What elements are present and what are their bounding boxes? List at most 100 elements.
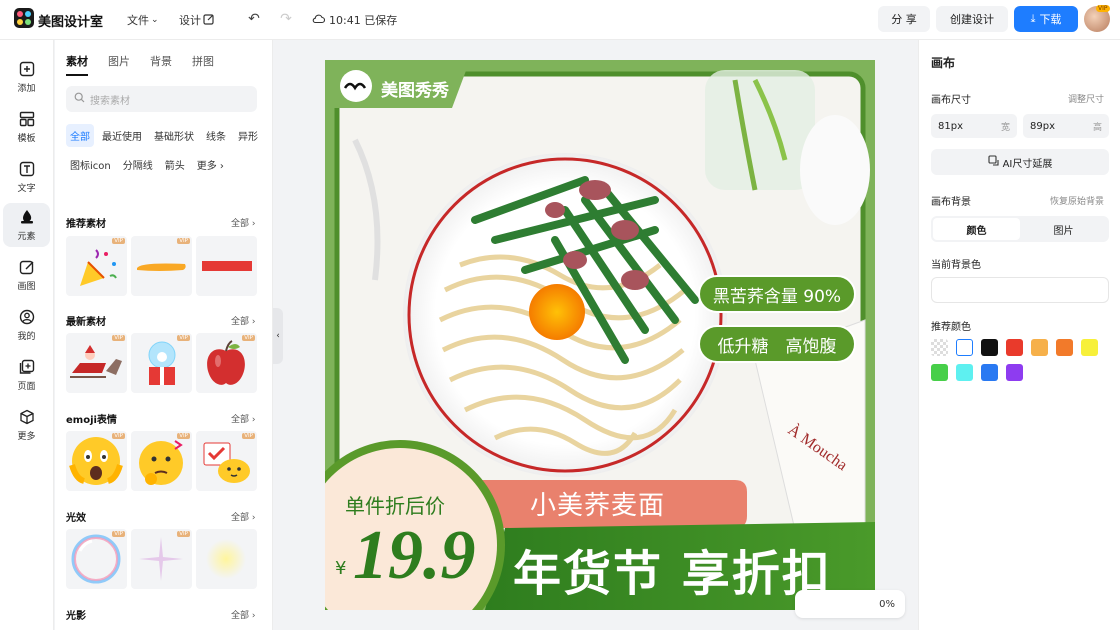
asset-emoji-thinking[interactable]: VIP (131, 431, 192, 491)
color-swatch[interactable] (931, 364, 948, 381)
color-swatch[interactable] (1081, 339, 1098, 356)
asset-orange-stroke[interactable]: VIP (131, 236, 192, 296)
poster-tag-benefits[interactable]: 低升糖 高饱腹 (699, 332, 855, 357)
section-title: emoji表情 (66, 415, 117, 426)
color-swatch[interactable] (981, 339, 998, 356)
file-menu[interactable]: 文件 ⌄ (127, 12, 159, 28)
adjust-size-link[interactable]: 调整尺寸 (1068, 92, 1104, 105)
color-swatch[interactable] (1006, 364, 1023, 381)
asset-panel: 素材 图片 背景 拼图 搜索素材 全部 最近使用 基础形状 线条 异形 图标ic… (55, 40, 273, 630)
tab-image[interactable]: 图片 (1020, 218, 1107, 240)
search-input[interactable]: 搜索素材 (66, 86, 257, 112)
section-all-link[interactable]: 全部 › (231, 314, 255, 327)
rail-label: 元素 (17, 232, 36, 242)
chip-more[interactable]: 更多 › (193, 153, 228, 176)
asset-star-flare[interactable]: VIP (131, 529, 192, 589)
rail-item-mine[interactable]: 我的 (3, 303, 50, 347)
restore-bg-link[interactable]: 恢复原始背景 (1050, 194, 1104, 207)
asset-bubble-light[interactable]: VIP (66, 529, 127, 589)
user-icon (18, 308, 36, 326)
poster-currency[interactable]: ¥ (335, 558, 346, 579)
color-swatch[interactable] (1006, 339, 1023, 356)
width-value: 81px (938, 120, 963, 132)
rail-item-more[interactable]: 更多 (3, 403, 50, 447)
rail-label: 更多 (17, 432, 36, 442)
current-bg-color-input[interactable] (931, 277, 1109, 303)
rail-item-add[interactable]: 添加 (3, 55, 50, 99)
asset-party-popper[interactable]: VIP (66, 236, 127, 296)
poster-price[interactable]: 19.9 (353, 516, 476, 596)
chip-all[interactable]: 全部 (66, 124, 94, 147)
chip-icons[interactable]: 图标icon (66, 153, 115, 176)
section-all-link[interactable]: 全部 › (231, 412, 255, 425)
tab-images[interactable]: 图片 (108, 53, 130, 76)
create-design-button[interactable]: 创建设计 (936, 6, 1008, 32)
chip-dividers[interactable]: 分隔线 (119, 153, 157, 176)
section-all-link[interactable]: 全部 › (231, 510, 255, 523)
vip-badge: VIP (177, 531, 190, 537)
section-all-link[interactable]: 全部 › (231, 608, 255, 621)
chip-recent[interactable]: 最近使用 (98, 124, 146, 147)
width-unit: 宽 (1000, 122, 1010, 133)
vip-badge: VIP (242, 335, 255, 341)
section-title: 光影 (66, 611, 86, 622)
asset-emoji-check[interactable]: VIP (196, 431, 257, 491)
chip-irregular[interactable]: 异形 (234, 124, 262, 147)
share-button[interactable]: 分 享 (878, 6, 930, 32)
rail-item-pages[interactable]: 页面 (3, 353, 50, 397)
asset-snow-globe-gift[interactable]: VIP (131, 333, 192, 393)
section-all-link[interactable]: 全部 › (231, 216, 255, 229)
rail-item-draw[interactable]: 画图 (3, 253, 50, 297)
rail-label: 画图 (17, 282, 36, 292)
poster-price-label[interactable]: 单件折后价 (345, 490, 445, 519)
color-swatch[interactable] (981, 364, 998, 381)
section-all-label: 全部 (231, 317, 250, 327)
tab-collage[interactable]: 拼图 (192, 53, 214, 76)
color-swatch[interactable] (1031, 339, 1048, 356)
cube-icon (18, 408, 36, 426)
rail-item-text[interactable]: 文字 (3, 155, 50, 199)
ai-resize-icon (988, 155, 999, 169)
color-swatch[interactable] (956, 339, 973, 356)
color-swatch[interactable] (1056, 339, 1073, 356)
tab-materials[interactable]: 素材 (66, 53, 88, 76)
poster-brand[interactable]: 美图秀秀 (381, 76, 449, 101)
height-value: 89px (1030, 120, 1055, 132)
chip-more-label: 更多 (196, 161, 217, 172)
canvas-size-label: 画布尺寸 (931, 95, 971, 106)
height-field[interactable]: 89px 高 (1023, 114, 1109, 138)
rail-item-templates[interactable]: 模板 (3, 105, 50, 149)
design-menu[interactable]: 设计 (179, 12, 215, 28)
recommended-colors-label: 推荐颜色 (931, 322, 971, 333)
asset-glow[interactable] (196, 529, 257, 589)
chip-arrows[interactable]: 箭头 (161, 153, 189, 176)
tab-backgrounds[interactable]: 背景 (150, 53, 172, 76)
zoom-control[interactable]: 0% (795, 590, 905, 618)
chip-lines[interactable]: 线条 (202, 124, 230, 147)
asset-emoji-scared[interactable]: VIP (66, 431, 127, 491)
search-icon (74, 92, 85, 106)
color-swatch[interactable] (956, 364, 973, 381)
page-add-icon (18, 358, 36, 376)
color-swatch[interactable] (931, 339, 948, 356)
design-canvas[interactable]: À Moucha 美图秀秀 黑苦荞含量 90% 低升糖 高饱腹 单件折后价 ¥ … (325, 60, 875, 610)
asset-santa-sleigh[interactable]: VIP (66, 333, 127, 393)
chip-basic-shapes[interactable]: 基础形状 (150, 124, 198, 147)
undo-icon[interactable]: ↶ (244, 9, 264, 29)
ai-size-expand-button[interactable]: AI尺寸延展 (931, 149, 1109, 175)
panel-collapse-button[interactable]: ‹ (273, 308, 283, 364)
rail-label: 添加 (17, 84, 36, 94)
tab-color[interactable]: 颜色 (933, 218, 1020, 240)
rail-item-elements[interactable]: 元素 (3, 203, 50, 247)
redo-icon[interactable]: ↷ (276, 9, 296, 29)
asset-red-bar[interactable] (196, 236, 257, 296)
asset-tabs: 素材 图片 背景 拼图 (66, 53, 214, 76)
poster-product-name[interactable]: 小美荞麦面 (530, 485, 710, 522)
poster-headline[interactable]: 年货节 享折扣 (513, 534, 832, 604)
download-button[interactable]: ⤓ 下载 (1014, 6, 1078, 32)
app-title[interactable]: 美图设计室 (38, 11, 103, 30)
asset-red-apple[interactable]: VIP (196, 333, 257, 393)
app-logo-icon[interactable] (14, 8, 34, 28)
poster-tag-buckwheat[interactable]: 黑苦荞含量 90% (699, 282, 855, 307)
width-field[interactable]: 81px 宽 (931, 114, 1017, 138)
